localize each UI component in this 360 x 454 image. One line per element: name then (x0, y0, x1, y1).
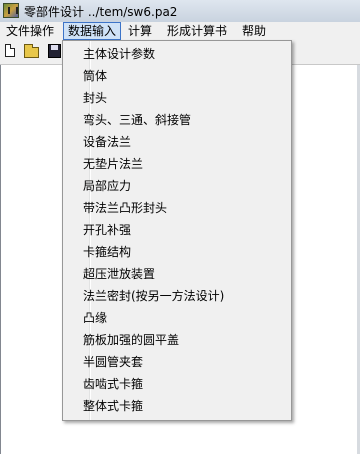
menu-item-integral-clamp[interactable]: 整体式卡箍 (83, 396, 143, 416)
app-icon[interactable] (3, 3, 19, 18)
menu-data-input[interactable]: 数据输入 (63, 22, 122, 40)
open-file-button[interactable] (23, 43, 41, 60)
menu-item-opening-reinforcement[interactable]: 开孔补强 (83, 220, 131, 240)
menu-generate-report[interactable]: 形成计算书 (163, 23, 231, 39)
menu-item-clamp-structure[interactable]: 卡箍结构 (83, 242, 131, 262)
menu-item-elbow-tee[interactable]: 弯头、三通、斜接管 (83, 110, 191, 130)
menu-item-toothed-clamp[interactable]: 齿啮式卡箍 (83, 374, 143, 394)
new-file-button[interactable] (2, 43, 20, 60)
menu-item-shell[interactable]: 筒体 (83, 66, 107, 86)
title-bar: 零部件设计 ../tem/sw6.pa2 (0, 0, 360, 23)
menu-item-ribbed-flat-cover[interactable]: 筋板加强的圆平盖 (83, 330, 179, 350)
save-icon (48, 44, 61, 58)
open-folder-icon (24, 44, 39, 58)
menu-item-flange-seal-alt[interactable]: 法兰密封(按另一方法设计) (83, 286, 224, 306)
menu-item-equipment-flange[interactable]: 设备法兰 (83, 132, 131, 152)
menu-item-half-pipe-jacket[interactable]: 半圆管夹套 (83, 352, 143, 372)
new-file-icon (5, 44, 15, 57)
window-title: 零部件设计 ../tem/sw6.pa2 (24, 5, 178, 19)
menu-help[interactable]: 帮助 (238, 23, 270, 39)
menu-item-main-design-params[interactable]: 主体设计参数 (83, 44, 155, 64)
menu-bar: 文件操作 数据输入 计算 形成计算书 帮助 (0, 22, 360, 40)
menu-item-head[interactable]: 封头 (83, 88, 107, 108)
menu-item-pressure-relief[interactable]: 超压泄放装置 (83, 264, 155, 284)
menu-item-flange-rim[interactable]: 凸缘 (83, 308, 107, 328)
data-input-dropdown: 主体设计参数 筒体 封头 弯头、三通、斜接管 设备法兰 无垫片法兰 局部应力 带… (62, 40, 292, 421)
menu-item-local-stress[interactable]: 局部应力 (83, 176, 131, 196)
menu-file[interactable]: 文件操作 (2, 23, 58, 39)
menu-item-gasketless-flange[interactable]: 无垫片法兰 (83, 154, 143, 174)
menu-item-flanged-dished-head[interactable]: 带法兰凸形封头 (83, 198, 167, 218)
menu-calculate[interactable]: 计算 (124, 23, 156, 39)
